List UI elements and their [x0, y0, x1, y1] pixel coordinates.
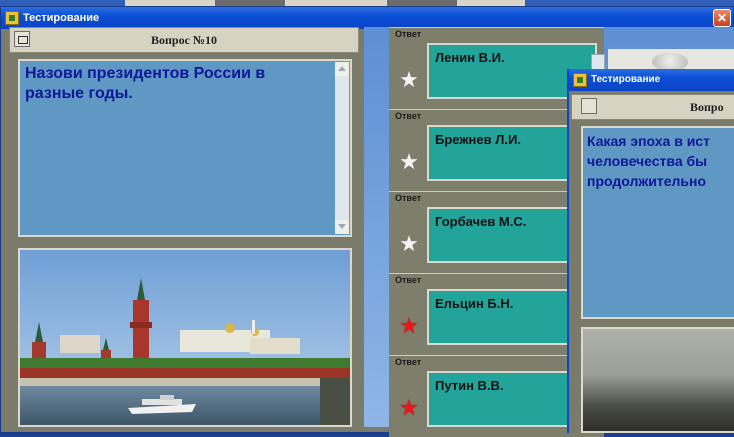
question-number-2: Вопро [690, 100, 724, 114]
testing-window-2: Тестирование Вопро Какая эпоха в ист чел… [567, 69, 734, 433]
print-icon[interactable] [581, 98, 597, 114]
question-text-line: продолжительно [587, 173, 707, 189]
star-icon[interactable]: ★ [397, 150, 421, 174]
scroll-up-icon[interactable] [335, 62, 349, 76]
question-scrollbar[interactable] [335, 62, 349, 234]
question-panel: Вопрос №10 Назови президентов России в р… [9, 27, 359, 427]
star-icon[interactable]: ★ [397, 314, 421, 338]
answer-label: Ответ [395, 357, 422, 367]
kremlin-photo [18, 248, 352, 427]
question-text: Назови президентов России в разные годы. [25, 65, 266, 102]
question-number: Вопрос №10 [151, 33, 217, 47]
app-icon [5, 11, 19, 25]
window-title: Тестирование [23, 12, 100, 24]
question-text-box: Назови президентов России в разные годы. [18, 59, 352, 237]
answer-label: Ответ [395, 111, 422, 121]
answer-label: Ответ [395, 275, 422, 285]
question-header: Вопрос №10 [9, 27, 359, 53]
question-text-line: человечества бы [587, 153, 708, 169]
app-icon [573, 73, 587, 87]
star-icon[interactable]: ★ [397, 232, 421, 256]
question-photo-2 [581, 327, 734, 433]
title-bar-2[interactable]: Тестирование [569, 69, 734, 91]
window-title-2: Тестирование [591, 74, 661, 85]
question-header-2: Вопро [571, 94, 734, 120]
question-text-line: Какая эпоха в ист [587, 133, 710, 149]
title-bar[interactable]: Тестирование ✕ [1, 7, 733, 29]
star-icon[interactable]: ★ [397, 396, 421, 420]
question-text-box-2: Какая эпоха в ист человечества бы продол… [581, 126, 734, 319]
close-button[interactable]: ✕ [713, 9, 731, 27]
answer-label: Ответ [395, 29, 422, 39]
star-icon[interactable]: ★ [397, 68, 421, 92]
answer-label: Ответ [395, 193, 422, 203]
scroll-down-icon[interactable] [335, 220, 349, 234]
